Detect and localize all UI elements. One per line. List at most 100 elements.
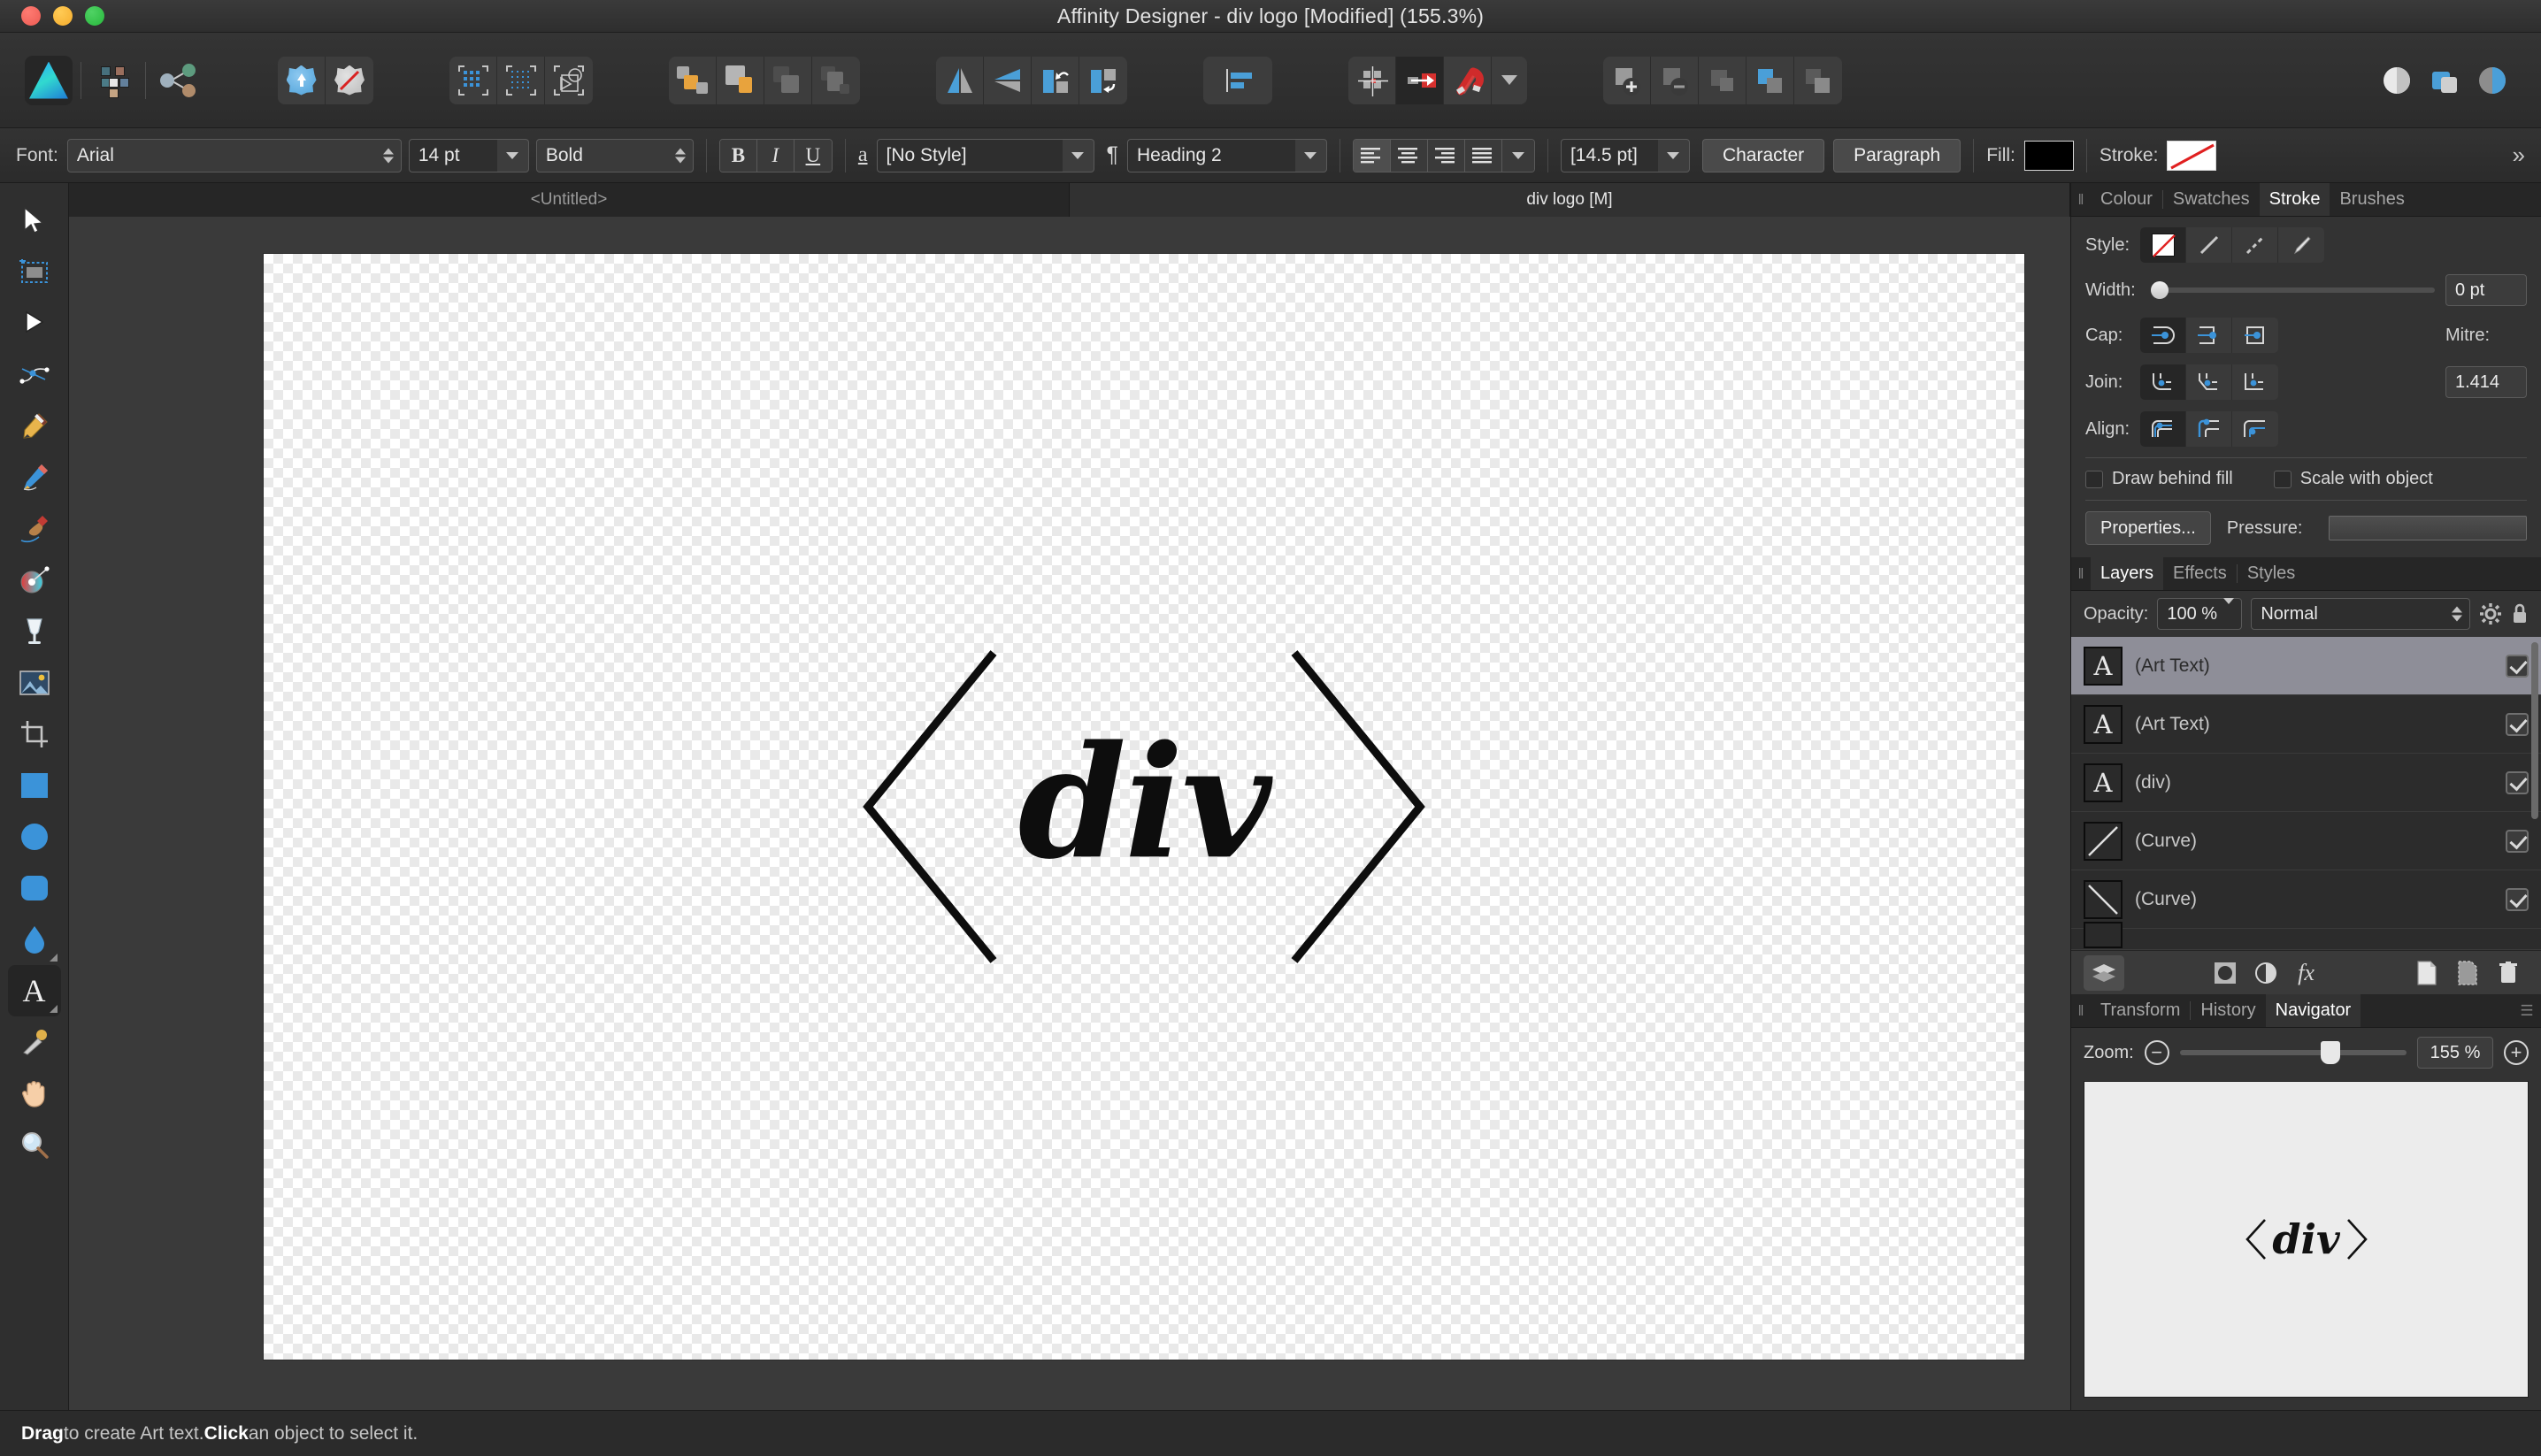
align-center-stroke-button[interactable] [2140, 411, 2186, 447]
table-row[interactable]: A (Art Text) [2071, 695, 2541, 754]
tab-layers[interactable]: Layers [2091, 557, 2164, 590]
layer-visibility-checkbox[interactable] [2506, 829, 2529, 853]
tab-history[interactable]: History [2191, 994, 2266, 1027]
group-options-button[interactable] [1794, 56, 1842, 104]
boolean-add-button[interactable] [669, 56, 717, 104]
artboard-tool[interactable] [8, 247, 61, 298]
vector-brush-tool[interactable] [8, 503, 61, 555]
artboard[interactable]: div [264, 254, 2024, 1360]
opacity-input[interactable]: 100 % [2157, 597, 2243, 630]
paragraph-style-dropdown[interactable] [1294, 138, 1327, 172]
teardrop-tool[interactable] [8, 914, 61, 965]
character-panel-button[interactable]: Character [1701, 138, 1825, 172]
font-weight-stepper[interactable] [674, 148, 686, 163]
adjustment-icon[interactable] [2245, 955, 2286, 991]
toolbar-overflow-button[interactable]: » [2513, 142, 2525, 169]
font-size-input[interactable]: 14 pt [408, 138, 497, 172]
lock-children-button[interactable] [1699, 56, 1746, 104]
blend-mode-input[interactable]: Normal [2251, 598, 2470, 630]
align-center-text-button[interactable] [1390, 139, 1428, 172]
cap-butt-button[interactable] [2186, 318, 2232, 353]
crop-tool[interactable] [8, 709, 61, 760]
stroke-style-brush-button[interactable] [2278, 227, 2324, 263]
cap-round-button[interactable] [2140, 318, 2186, 353]
layers-scrollbar[interactable] [2531, 642, 2538, 819]
layers-stack-icon[interactable] [2084, 954, 2124, 991]
zoom-out-icon[interactable]: − [2144, 1040, 2169, 1065]
fill-swatch[interactable] [2023, 140, 2074, 171]
align-left-button[interactable] [1203, 56, 1272, 104]
font-weight-input[interactable]: Bold [535, 138, 694, 172]
tab-transform[interactable]: Transform [2091, 994, 2191, 1027]
pencil-tool[interactable] [8, 452, 61, 503]
join-round-button[interactable] [2140, 364, 2186, 400]
align-justify-text-button[interactable] [1464, 139, 1502, 172]
colour-picker-tool[interactable] [8, 1016, 61, 1068]
boolean-subtract-button[interactable] [717, 56, 764, 104]
snapping-magnet-button[interactable] [1444, 56, 1492, 104]
tab-effects[interactable]: Effects [2163, 557, 2237, 590]
share-icon[interactable] [154, 57, 202, 104]
paragraph-panel-button[interactable]: Paragraph [1833, 138, 1961, 172]
document-tab-div-logo[interactable]: div logo [M] [1070, 183, 2070, 217]
layer-visibility-checkbox[interactable] [2506, 712, 2529, 736]
new-pixel-layer-icon[interactable] [2447, 955, 2488, 991]
stroke-width-value[interactable]: 0 pt [2445, 274, 2527, 306]
tab-brushes[interactable]: Brushes [2330, 183, 2414, 216]
snapping-options-button[interactable] [1492, 56, 1527, 104]
zoom-value[interactable]: 155 % [2417, 1037, 2493, 1069]
canvas-viewport[interactable]: div [69, 217, 2070, 1410]
flip-vertical-button[interactable] [984, 56, 1032, 104]
remove-snapshot-button[interactable] [326, 56, 373, 104]
mask-icon[interactable] [2205, 955, 2245, 991]
table-row[interactable]: A (Art Text) [2071, 637, 2541, 695]
stroke-properties-button[interactable]: Properties... [2085, 511, 2211, 545]
font-family-stepper[interactable] [382, 148, 394, 163]
cap-square-button[interactable] [2232, 318, 2278, 353]
align-outside-stroke-button[interactable] [2232, 411, 2278, 447]
delete-layer-icon[interactable] [2488, 955, 2529, 991]
place-image-tool[interactable] [8, 657, 61, 709]
panel-grip-icon[interactable]: ‖ [2071, 183, 2091, 216]
convert-to-curves-button[interactable] [545, 56, 593, 104]
artwork-text[interactable]: div [1018, 712, 1272, 893]
add-snapshot-button[interactable] [278, 56, 326, 104]
italic-button[interactable]: I [756, 139, 795, 172]
font-size-dropdown[interactable] [496, 138, 529, 172]
leading-dropdown[interactable] [1657, 138, 1690, 172]
artistic-text-tool[interactable]: A [7, 965, 61, 1016]
underline-button[interactable]: U [794, 139, 832, 172]
tab-colour[interactable]: Colour [2091, 183, 2162, 216]
panel-menu-icon[interactable]: ☰ [2513, 994, 2541, 1027]
pressure-profile[interactable] [2329, 516, 2527, 540]
duplicate-group-button[interactable] [1746, 56, 1794, 104]
alignment-more-button[interactable] [1501, 139, 1534, 172]
boolean-xor-button[interactable] [812, 56, 860, 104]
rounded-rectangle-tool[interactable] [8, 862, 61, 914]
appearance-blend-button[interactable] [2468, 57, 2516, 104]
scale-with-object-box[interactable] [2273, 470, 2292, 488]
stroke-width-slider[interactable] [2151, 281, 2435, 299]
leading-input[interactable]: [14.5 pt] [1560, 138, 1658, 172]
ungroup-button[interactable] [1651, 56, 1699, 104]
layer-visibility-checkbox[interactable] [2506, 770, 2529, 794]
ellipse-tool[interactable] [8, 811, 61, 862]
persona-switcher[interactable] [89, 57, 137, 104]
zoom-slider-knob[interactable] [2320, 1041, 2340, 1064]
stroke-style-solid-button[interactable] [2186, 227, 2232, 263]
tab-stroke[interactable]: Stroke [2259, 183, 2330, 216]
snapping-move-button[interactable] [1396, 56, 1444, 104]
align-right-text-button[interactable] [1427, 139, 1465, 172]
zoom-tool[interactable] [8, 1119, 61, 1170]
rotate-counterclockwise-button[interactable] [1032, 56, 1079, 104]
tab-swatches[interactable]: Swatches [2162, 183, 2260, 216]
show-grid-button[interactable] [1348, 56, 1396, 104]
align-inside-stroke-button[interactable] [2186, 411, 2232, 447]
div-logo-artwork[interactable]: div [852, 639, 1436, 975]
align-left-text-button[interactable] [1353, 139, 1391, 172]
join-bevel-button[interactable] [2186, 364, 2232, 400]
deselect-pixels-button[interactable] [497, 56, 545, 104]
paragraph-style-input[interactable]: Heading 2 [1126, 138, 1295, 172]
fx-icon[interactable]: fx [2286, 955, 2327, 991]
layer-settings-gear-icon[interactable] [2479, 602, 2502, 625]
